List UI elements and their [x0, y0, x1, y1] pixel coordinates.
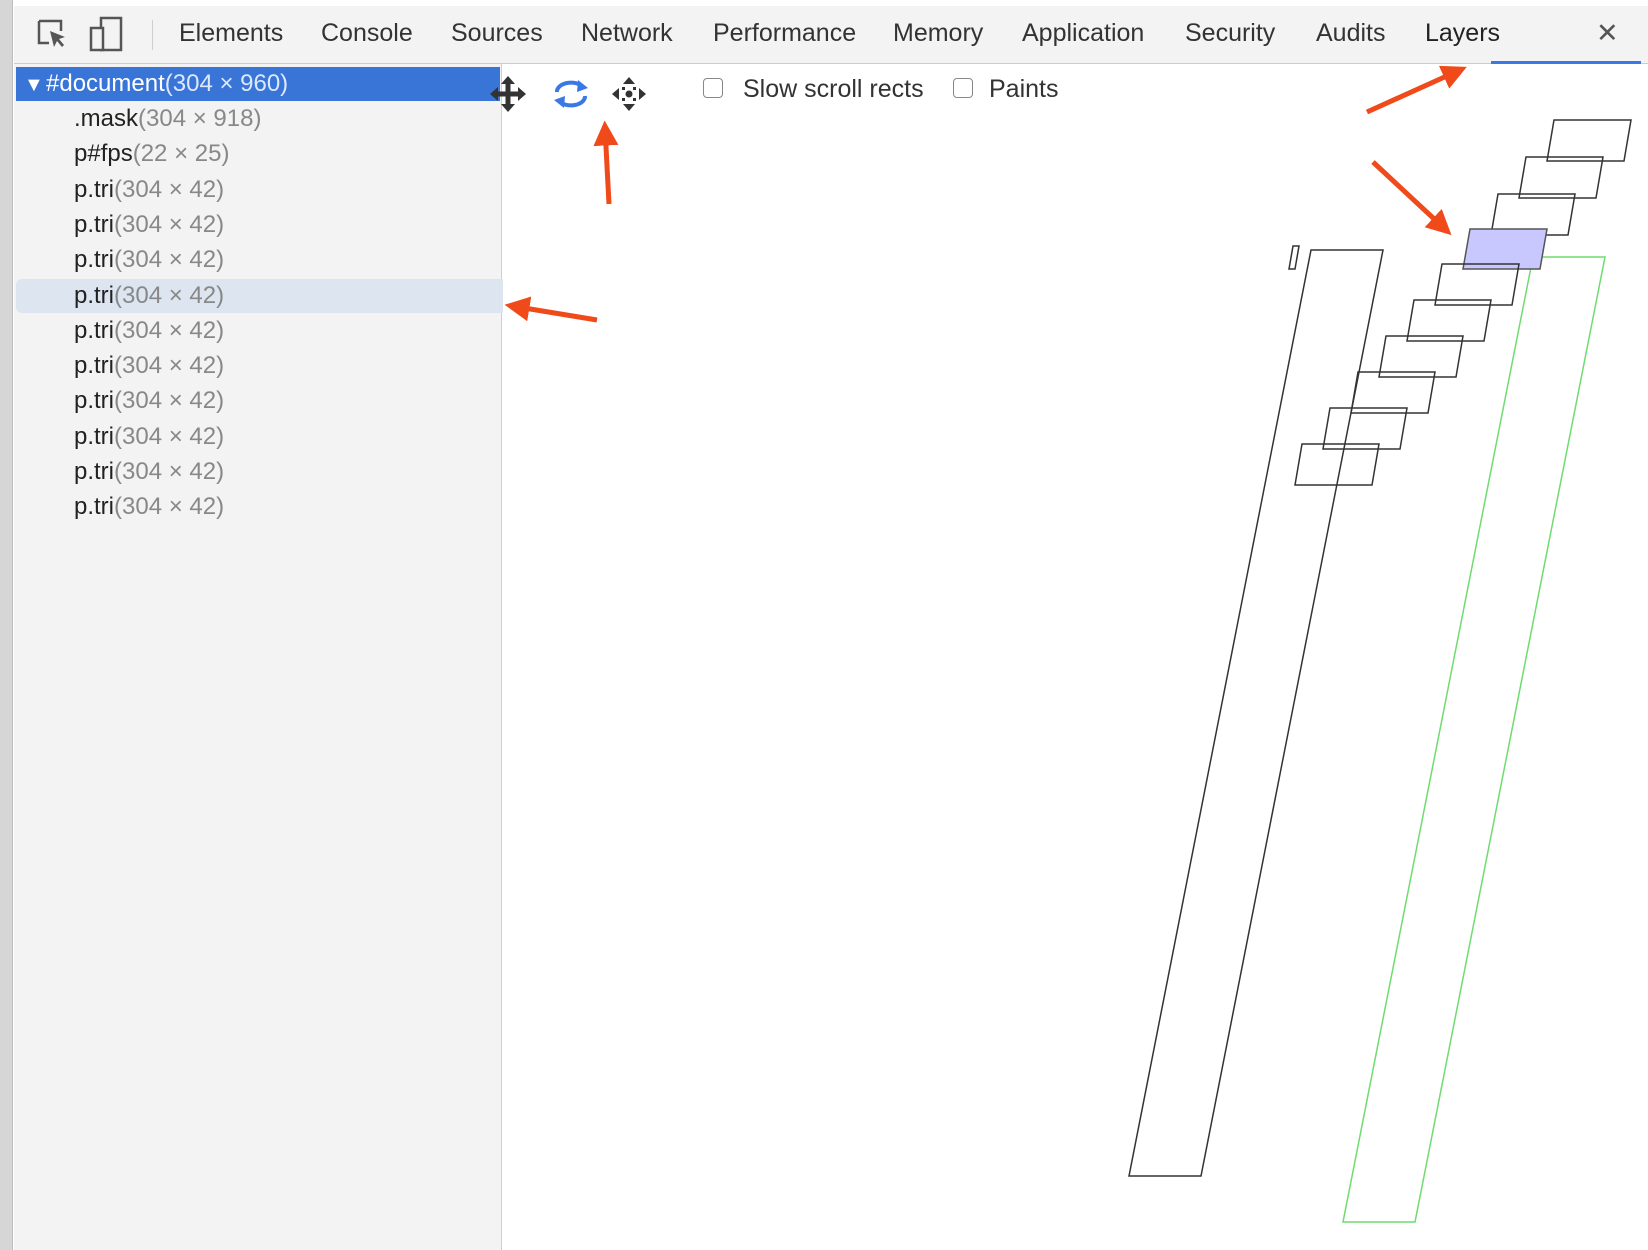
layer-outline-tri-selected[interactable]	[1462, 228, 1548, 270]
tab-security[interactable]: Security	[1185, 6, 1275, 63]
layer-size: (304 × 42)	[114, 387, 225, 415]
layer-size: (304 × 42)	[114, 281, 225, 309]
layer-tree-item[interactable]: p.tri(304 × 42)	[16, 173, 224, 207]
tab-performance[interactable]: Performance	[713, 6, 856, 63]
layer-tree-item[interactable]: p.tri(304 × 42)	[16, 384, 224, 418]
layer-name: p.tri	[74, 493, 115, 521]
layer-size: (22 × 25)	[132, 140, 230, 168]
tab-application[interactable]: Application	[1022, 6, 1144, 63]
layers-3d-canvas[interactable]	[503, 64, 1648, 1250]
tab-layers[interactable]: Layers	[1425, 6, 1500, 63]
layer-tree-item[interactable]: p.tri(304 × 42)	[16, 314, 224, 348]
layer-size: (304 × 42)	[114, 246, 225, 274]
tab-network[interactable]: Network	[581, 6, 673, 63]
device-toolbar-icon[interactable]	[86, 14, 126, 54]
layer-name: #document	[46, 70, 165, 97]
layer-outline-tri-stack	[1294, 119, 1632, 486]
layer-size: (304 × 42)	[114, 458, 225, 485]
layer-tree-root[interactable]: ▼#document(304 × 960)	[16, 67, 500, 101]
window-edge	[0, 0, 13, 1250]
layer-name: p.tri	[74, 175, 115, 203]
layer-size: (304 × 42)	[114, 316, 225, 344]
layer-name: p.tri	[74, 210, 115, 238]
layer-name: p.tri	[74, 387, 115, 415]
layer-name: p.tri	[74, 422, 115, 450]
layer-name: p.tri	[74, 246, 115, 274]
inspect-element-icon[interactable]	[32, 14, 72, 54]
layer-tree-item[interactable]: p.tri(304 × 42)	[16, 243, 224, 277]
tab-sources[interactable]: Sources	[451, 6, 543, 63]
layer-tree-item[interactable]: p.tri(304 × 42)	[16, 278, 552, 313]
layer-name: p.tri	[74, 316, 115, 344]
layer-size: (304 × 42)	[114, 493, 225, 521]
layer-tree-item[interactable]: p.tri(304 × 42)	[16, 455, 224, 489]
toolbar-divider	[152, 20, 153, 50]
tab-elements[interactable]: Elements	[179, 6, 283, 63]
layer-size: (304 × 42)	[114, 175, 225, 203]
layer-tree-item[interactable]: p.tri(304 × 42)	[16, 349, 224, 383]
close-tab-icon[interactable]: ✕	[1596, 6, 1619, 63]
layer-name: p.tri	[74, 281, 115, 309]
layer-tree-item[interactable]: p#fps(22 × 25)	[16, 137, 229, 171]
layer-name: .mask	[74, 105, 139, 132]
tab-console[interactable]: Console	[321, 6, 413, 63]
layer-outline-fps[interactable]	[1288, 245, 1300, 270]
devtools-toolbar: Elements Console Sources Network Perform…	[14, 6, 1648, 64]
layer-name: p.tri	[74, 352, 115, 380]
layer-tree-item[interactable]: .mask(304 × 918)	[16, 102, 261, 136]
layer-size: (304 × 960)	[164, 70, 289, 97]
layer-tree-item[interactable]: p.tri(304 × 42)	[16, 208, 224, 242]
layer-size: (304 × 42)	[114, 422, 225, 450]
layer-size: (304 × 42)	[114, 210, 225, 238]
tab-audits[interactable]: Audits	[1316, 6, 1385, 63]
layer-tree-item[interactable]: p.tri(304 × 42)	[16, 490, 224, 524]
layer-outline-document[interactable]	[1128, 249, 1384, 1177]
layer-tree-item[interactable]: p.tri(304 × 42)	[16, 420, 224, 454]
layers-viewer: Slow scroll rects Paints	[490, 64, 1648, 1250]
layer-size: (304 × 918)	[138, 105, 262, 132]
layer-name: p.tri	[74, 458, 115, 485]
expand-triangle-icon[interactable]: ▼	[24, 68, 46, 102]
tab-memory[interactable]: Memory	[893, 6, 983, 63]
layer-outline-mask[interactable]	[1342, 256, 1606, 1223]
layer-tree-panel: ▼#document(304 × 960) .mask(304 × 918) p#…	[14, 64, 552, 1250]
layer-size: (304 × 42)	[114, 352, 225, 380]
layer-name: p#fps	[74, 140, 133, 168]
